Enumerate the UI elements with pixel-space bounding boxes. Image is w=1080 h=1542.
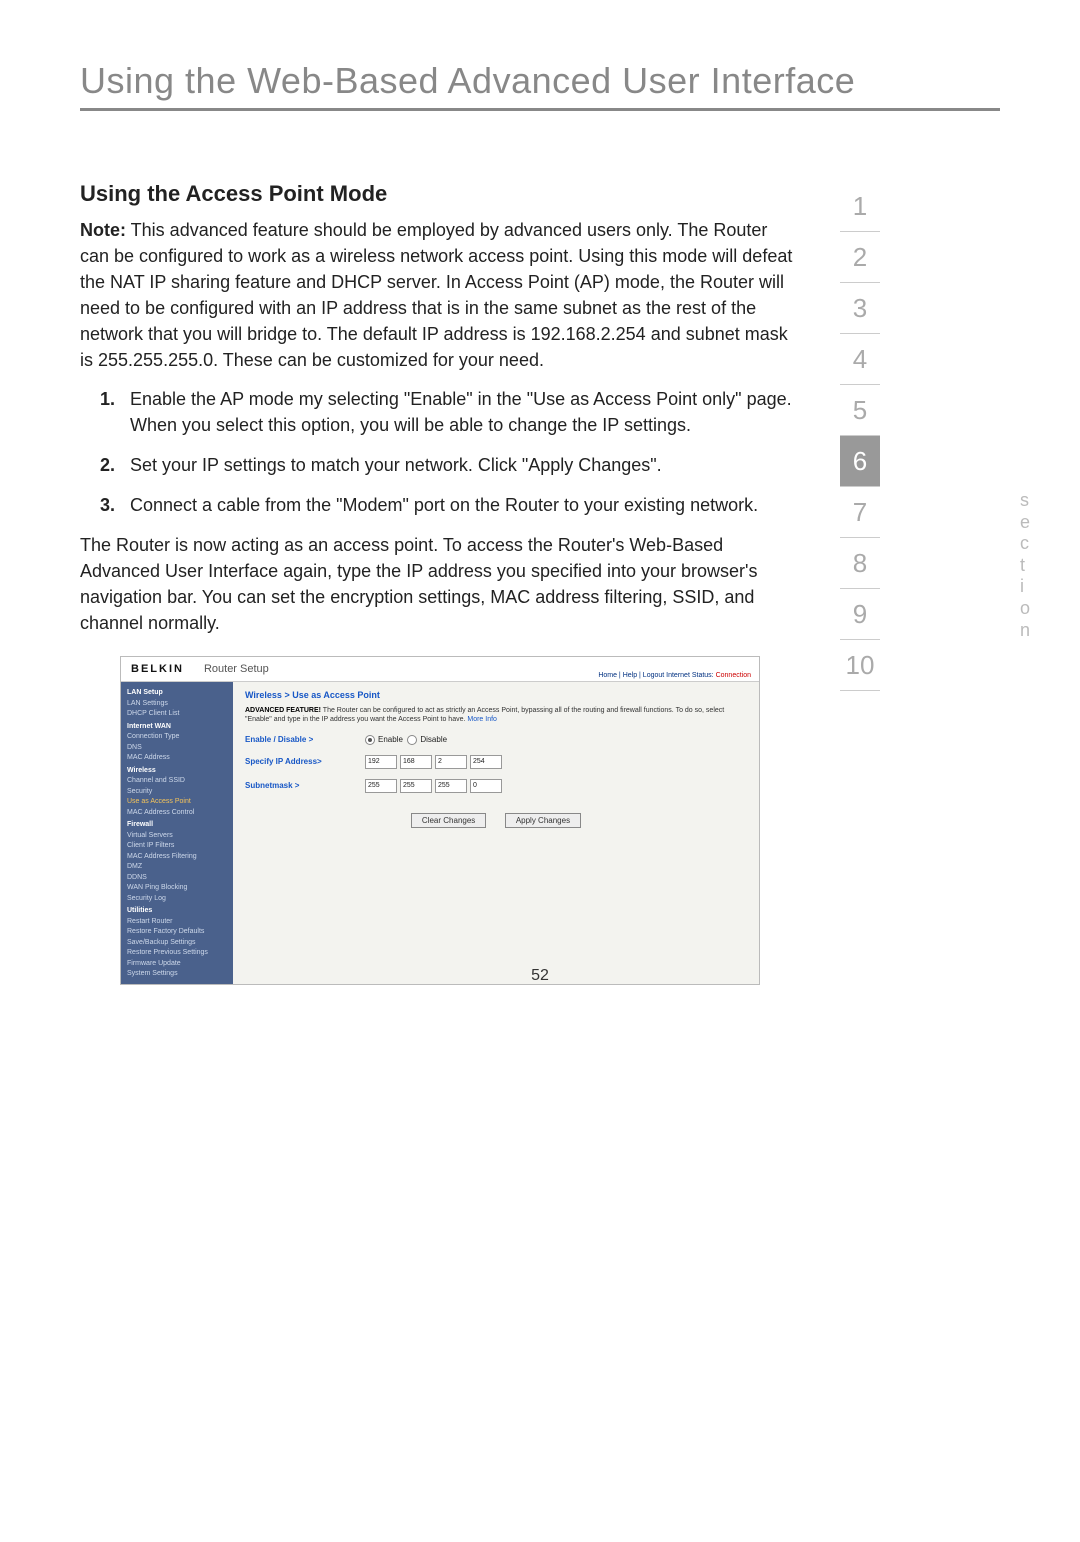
ip-row: Specify IP Address> 192 168 2 254 xyxy=(245,755,747,769)
more-info-link[interactable]: More Info xyxy=(467,716,497,723)
mask-octet-1[interactable]: 255 xyxy=(365,779,397,793)
step-3: Connect a cable from the "Modem" port on… xyxy=(120,492,800,518)
section-tab-2[interactable]: 2 xyxy=(840,232,880,283)
router-nav-item[interactable]: Firewall xyxy=(127,820,227,831)
router-screenshot: BELKIN Router Setup Home | Help | Logout… xyxy=(120,656,760,985)
router-sidebar[interactable]: LAN SetupLAN SettingsDHCP Client List Int… xyxy=(121,682,233,984)
disable-radio[interactable] xyxy=(407,735,417,745)
steps-list: Enable the AP mode my selecting "Enable"… xyxy=(80,386,800,518)
step-2: Set your IP settings to match your netwo… xyxy=(120,452,800,478)
router-nav-item[interactable]: Restore Factory Defaults xyxy=(127,927,227,938)
note-label: Note: xyxy=(80,220,126,240)
section-vertical-label: section xyxy=(1020,490,1034,641)
router-buttons: Clear Changes Apply Changes xyxy=(245,813,747,828)
mask-octet-4[interactable]: 0 xyxy=(470,779,502,793)
disable-option: Disable xyxy=(420,735,447,744)
apply-changes-button[interactable]: Apply Changes xyxy=(505,813,581,828)
router-top-links-text: Home | Help | Logout Internet Status: xyxy=(598,672,715,679)
mask-octet-2[interactable]: 255 xyxy=(400,779,432,793)
router-nav-item[interactable]: MAC Address Filtering xyxy=(127,852,227,863)
ip-octet-3[interactable]: 2 xyxy=(435,755,467,769)
section-tab-7[interactable]: 7 xyxy=(840,487,880,538)
router-nav-item[interactable]: MAC Address xyxy=(127,753,227,764)
section-tab-9[interactable]: 9 xyxy=(840,589,880,640)
step-1: Enable the AP mode my selecting "Enable"… xyxy=(120,386,800,438)
router-nav-item[interactable]: Connection Type xyxy=(127,732,227,743)
mask-label: Subnetmask > xyxy=(245,781,365,790)
note-body: This advanced feature should be employed… xyxy=(80,220,792,370)
router-description: ADVANCED FEATURE! The Router can be conf… xyxy=(245,706,747,724)
router-nav-item[interactable]: WAN Ping Blocking xyxy=(127,883,227,894)
router-nav-item[interactable]: LAN Settings xyxy=(127,699,227,710)
ip-octet-2[interactable]: 168 xyxy=(400,755,432,769)
mask-octet-3[interactable]: 255 xyxy=(435,779,467,793)
clear-changes-button[interactable]: Clear Changes xyxy=(411,813,486,828)
router-nav-item[interactable]: DNS xyxy=(127,743,227,754)
router-nav-item[interactable]: Virtual Servers xyxy=(127,831,227,842)
router-breadcrumb: Wireless > Use as Access Point xyxy=(245,690,747,700)
section-tab-1[interactable]: 1 xyxy=(840,181,880,232)
after-paragraph: The Router is now acting as an access po… xyxy=(80,532,800,636)
section-tabs: 12345678910 xyxy=(840,181,880,691)
router-nav-item[interactable]: LAN Setup xyxy=(127,688,227,699)
chapter-title: Using the Web-Based Advanced User Interf… xyxy=(80,60,1000,102)
enable-option: Enable xyxy=(378,735,403,744)
router-nav-item[interactable]: DHCP Client List xyxy=(127,709,227,720)
router-nav-item[interactable]: Use as Access Point xyxy=(127,797,227,808)
router-nav-item[interactable]: Internet WAN xyxy=(127,722,227,733)
belkin-logo: BELKIN xyxy=(131,663,184,675)
router-header-title: Router Setup xyxy=(204,663,269,675)
router-desc-bold: ADVANCED FEATURE! xyxy=(245,707,321,714)
router-nav-item[interactable]: Save/Backup Settings xyxy=(127,938,227,949)
router-nav-item[interactable]: Security Log xyxy=(127,894,227,905)
router-nav-item[interactable]: DMZ xyxy=(127,862,227,873)
divider xyxy=(80,108,1000,111)
section-tab-8[interactable]: 8 xyxy=(840,538,880,589)
section-tab-10[interactable]: 10 xyxy=(840,640,880,691)
router-nav-item[interactable]: Security xyxy=(127,787,227,798)
mask-row: Subnetmask > 255 255 255 0 xyxy=(245,779,747,793)
router-nav-item[interactable]: MAC Address Control xyxy=(127,808,227,819)
router-nav-item[interactable]: Restart Router xyxy=(127,917,227,928)
section-tab-5[interactable]: 5 xyxy=(840,385,880,436)
router-nav-item[interactable]: Utilities xyxy=(127,906,227,917)
section-tab-6[interactable]: 6 xyxy=(840,436,880,487)
section-tab-4[interactable]: 4 xyxy=(840,334,880,385)
note-paragraph: Note: This advanced feature should be em… xyxy=(80,217,800,374)
router-status: Connection xyxy=(716,672,751,679)
enable-label: Enable / Disable > xyxy=(245,735,365,744)
router-nav-item[interactable]: Client IP Filters xyxy=(127,841,227,852)
page-number: 52 xyxy=(0,967,1080,985)
section-heading: Using the Access Point Mode xyxy=(80,181,800,207)
router-main-panel: Wireless > Use as Access Point ADVANCED … xyxy=(233,682,759,984)
ip-label: Specify IP Address> xyxy=(245,757,365,766)
router-header: BELKIN Router Setup Home | Help | Logout… xyxy=(121,657,759,682)
router-nav-item[interactable]: Channel and SSID xyxy=(127,776,227,787)
router-top-links[interactable]: Home | Help | Logout Internet Status: Co… xyxy=(598,672,751,679)
enable-row: Enable / Disable > Enable Disable xyxy=(245,735,747,745)
router-nav-item[interactable]: DDNS xyxy=(127,873,227,884)
section-tab-3[interactable]: 3 xyxy=(840,283,880,334)
router-nav-item[interactable]: Restore Previous Settings xyxy=(127,948,227,959)
ip-octet-4[interactable]: 254 xyxy=(470,755,502,769)
ip-octet-1[interactable]: 192 xyxy=(365,755,397,769)
router-nav-item[interactable]: Wireless xyxy=(127,766,227,777)
enable-radio[interactable] xyxy=(365,735,375,745)
